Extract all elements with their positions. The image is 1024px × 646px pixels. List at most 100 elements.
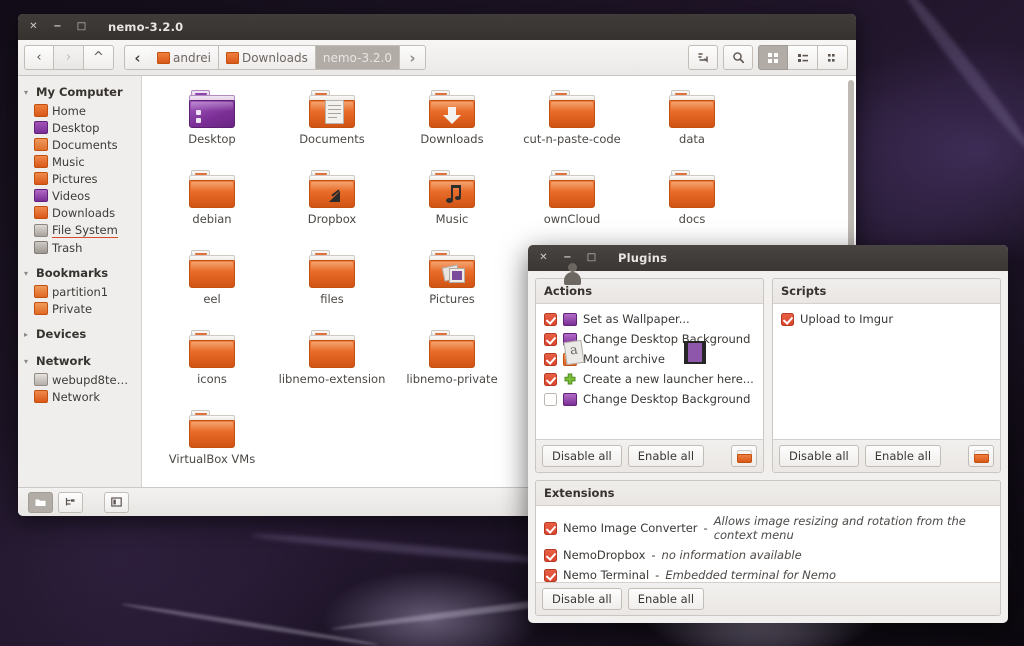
sidebar-item-videos[interactable]: Videos <box>18 187 141 204</box>
plugins-dialog[interactable]: ✕ − □ Plugins Actions Set as Wallpaper..… <box>528 245 1008 623</box>
actions-disable-all-button[interactable]: Disable all <box>542 445 622 467</box>
maximize-icon[interactable]: □ <box>76 22 87 33</box>
breadcrumb-item-andrei[interactable]: andrei <box>150 45 219 70</box>
up-button[interactable]: ^ <box>84 45 114 70</box>
sidebar-item-documents[interactable]: Documents <box>18 136 141 153</box>
list-view-button[interactable] <box>788 45 818 70</box>
scripts-open-folder-button[interactable] <box>968 445 994 467</box>
minimize-icon[interactable]: − <box>562 253 573 264</box>
dialog-title: Plugins <box>618 251 667 265</box>
split-pane-toggle[interactable] <box>104 492 129 513</box>
icon-view-button[interactable] <box>758 45 788 70</box>
sidebar-item-label: Music <box>52 155 85 169</box>
back-button[interactable]: ‹ <box>24 45 54 70</box>
breadcrumb[interactable]: ‹ andrei Downloads nemo-3.2.0 › <box>124 45 688 70</box>
sidebar-item-downloads[interactable]: Downloads <box>18 204 141 221</box>
file-item[interactable]: cut-n-paste-code <box>512 84 632 164</box>
breadcrumb-prev-button[interactable]: ‹ <box>124 45 150 70</box>
nemo-titlebar[interactable]: ✕ − □ nemo-3.2.0 <box>18 14 856 40</box>
sidebar-section-network[interactable]: ▾ Network <box>18 350 141 371</box>
plugins-titlebar[interactable]: ✕ − □ Plugins <box>528 245 1008 271</box>
checkbox-checked[interactable] <box>544 333 557 346</box>
sidebar-section-bookmarks[interactable]: ▾ Bookmarks <box>18 262 141 283</box>
forward-button[interactable]: › <box>54 45 84 70</box>
scripts-row[interactable]: Upload to Imgur <box>779 309 994 329</box>
file-item[interactable]: libnemo-private <box>392 324 512 404</box>
sidebar-item-desktop[interactable]: Desktop <box>18 119 141 136</box>
actions-open-folder-button[interactable] <box>731 445 757 467</box>
sidebar-item-home[interactable]: Home <box>18 102 141 119</box>
path-entry-toggle-button[interactable] <box>688 45 718 70</box>
file-item[interactable]: Downloads <box>392 84 512 164</box>
nav-button-group[interactable]: ‹ › ^ <box>24 45 114 70</box>
compact-view-button[interactable] <box>818 45 848 70</box>
file-item[interactable]: Dropbox <box>272 164 392 244</box>
file-item[interactable]: VirtualBox VMs <box>152 404 272 484</box>
file-name: ownCloud <box>544 212 601 226</box>
extensions-row[interactable]: Nemo Terminal - Embedded terminal for Ne… <box>542 565 994 582</box>
sidebar-item-private[interactable]: Private <box>18 300 141 317</box>
checkbox-checked[interactable] <box>544 353 557 366</box>
sidebar-item-webupd8team[interactable]: webupd8te… <box>18 371 141 388</box>
file-item[interactable]: docs <box>632 164 752 244</box>
sidebar-item-music[interactable]: Music <box>18 153 141 170</box>
extensions-disable-all-button[interactable]: Disable all <box>542 588 622 610</box>
extensions-row[interactable]: NemoDropbox - no information available <box>542 545 994 565</box>
checkbox-checked[interactable] <box>544 549 557 562</box>
close-icon[interactable]: ✕ <box>538 253 549 264</box>
sidebar-item-pictures[interactable]: Pictures <box>18 170 141 187</box>
file-item[interactable]: icons <box>152 324 272 404</box>
actions-row[interactable]: Change Desktop Background <box>542 389 757 409</box>
chevron-down-icon: ▾ <box>24 357 32 366</box>
sidebar[interactable]: ▾ My Computer Home Desktop Documents Mus… <box>18 76 142 487</box>
file-item[interactable]: Pictures <box>392 244 512 324</box>
actions-enable-all-button[interactable]: Enable all <box>628 445 704 467</box>
file-item[interactable]: eel <box>152 244 272 324</box>
sidebar-section-devices[interactable]: ▸ Devices <box>18 323 141 344</box>
breadcrumb-next-button[interactable]: › <box>400 45 426 70</box>
checkbox-checked[interactable] <box>544 373 557 386</box>
file-item[interactable]: data <box>632 84 752 164</box>
maximize-icon[interactable]: □ <box>586 253 597 264</box>
sidebar-section-my-computer[interactable]: ▾ My Computer <box>18 81 141 102</box>
file-item[interactable]: Desktop <box>152 84 272 164</box>
file-item[interactable]: debian <box>152 164 272 244</box>
actions-list[interactable]: Set as Wallpaper... Change Desktop Backg… <box>536 304 763 439</box>
home-folder-icon <box>157 52 170 64</box>
sidebar-item-partition1[interactable]: partition1 <box>18 283 141 300</box>
extensions-enable-all-button[interactable]: Enable all <box>628 588 704 610</box>
folder-pane-toggle[interactable] <box>28 492 53 513</box>
scripts-list[interactable]: Upload to Imgur <box>773 304 1000 439</box>
breadcrumb-item-downloads[interactable]: Downloads <box>219 45 316 70</box>
file-item[interactable]: ownCloud <box>512 164 632 244</box>
file-item[interactable]: libnemo-extension <box>272 324 392 404</box>
checkbox-checked[interactable] <box>544 569 557 582</box>
actions-row[interactable]: Set as Wallpaper... <box>542 309 757 329</box>
breadcrumb-item-current[interactable]: nemo-3.2.0 <box>316 45 400 70</box>
nemo-toolbar[interactable]: ‹ › ^ ‹ andrei Downloads nemo-3.2.0 › <box>18 40 856 76</box>
sidebar-item-network[interactable]: Network <box>18 388 141 405</box>
checkbox-checked[interactable] <box>544 522 557 535</box>
view-mode-group[interactable] <box>758 45 848 70</box>
sidebar-item-file-system[interactable]: File System <box>18 221 141 239</box>
scripts-disable-all-button[interactable]: Disable all <box>779 445 859 467</box>
checkbox-checked[interactable] <box>544 313 557 326</box>
tree-pane-toggle[interactable] <box>58 492 83 513</box>
search-button[interactable] <box>723 45 753 70</box>
scripts-enable-all-button[interactable]: Enable all <box>865 445 941 467</box>
minimize-icon[interactable]: − <box>52 22 63 33</box>
close-icon[interactable]: ✕ <box>28 22 39 33</box>
folder-icon <box>669 170 715 208</box>
extensions-footer: Disable all Enable all <box>536 582 1000 615</box>
sidebar-item-trash[interactable]: Trash <box>18 239 141 256</box>
file-item[interactable]: Music <box>392 164 512 244</box>
grid-filler <box>272 404 392 484</box>
extensions-row[interactable]: Nemo Image Converter - Allows image resi… <box>542 511 994 545</box>
file-item[interactable]: files <box>272 244 392 324</box>
checkbox-unchecked[interactable] <box>544 393 557 406</box>
checkbox-checked[interactable] <box>781 313 794 326</box>
file-item[interactable]: Documents <box>272 84 392 164</box>
extensions-list[interactable]: Nemo Image Converter - Allows image resi… <box>536 506 1000 582</box>
actions-row[interactable]: Create a new launcher here... <box>542 369 757 389</box>
extension-separator: - <box>704 521 708 535</box>
